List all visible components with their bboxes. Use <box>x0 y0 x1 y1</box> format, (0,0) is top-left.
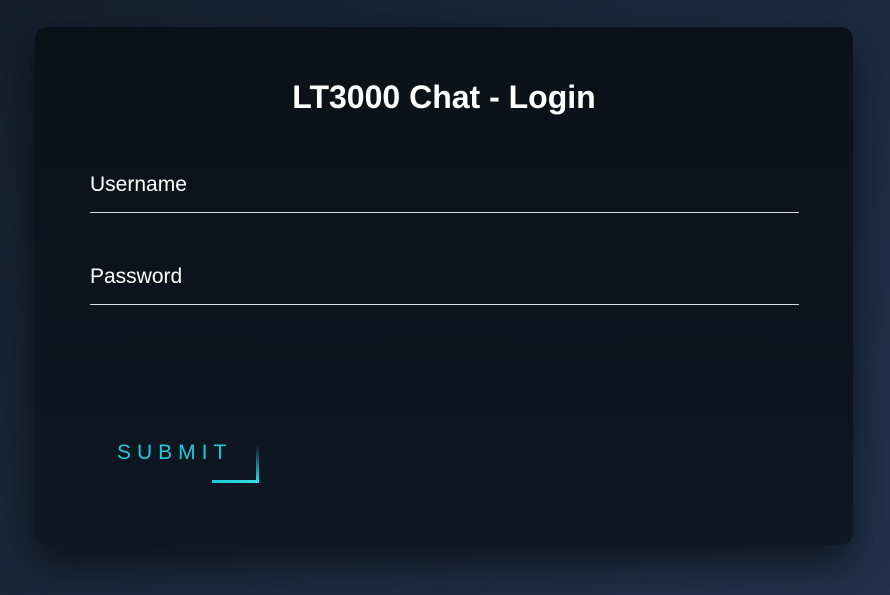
login-title: LT3000 Chat - Login <box>292 79 596 115</box>
password-underline <box>90 304 799 305</box>
username-field[interactable]: Username <box>90 173 799 213</box>
password-field[interactable]: Password <box>90 265 799 305</box>
submit-button[interactable]: SUBMIT <box>105 435 259 483</box>
submit-corner-bottom-accent <box>212 480 259 483</box>
username-underline <box>90 212 799 213</box>
username-input[interactable] <box>90 173 799 211</box>
password-input[interactable] <box>90 265 799 303</box>
submit-label: SUBMIT <box>117 441 233 464</box>
login-card: LT3000 Chat - Login Username Password SU… <box>35 27 853 545</box>
submit-corner-right-accent <box>256 445 259 483</box>
